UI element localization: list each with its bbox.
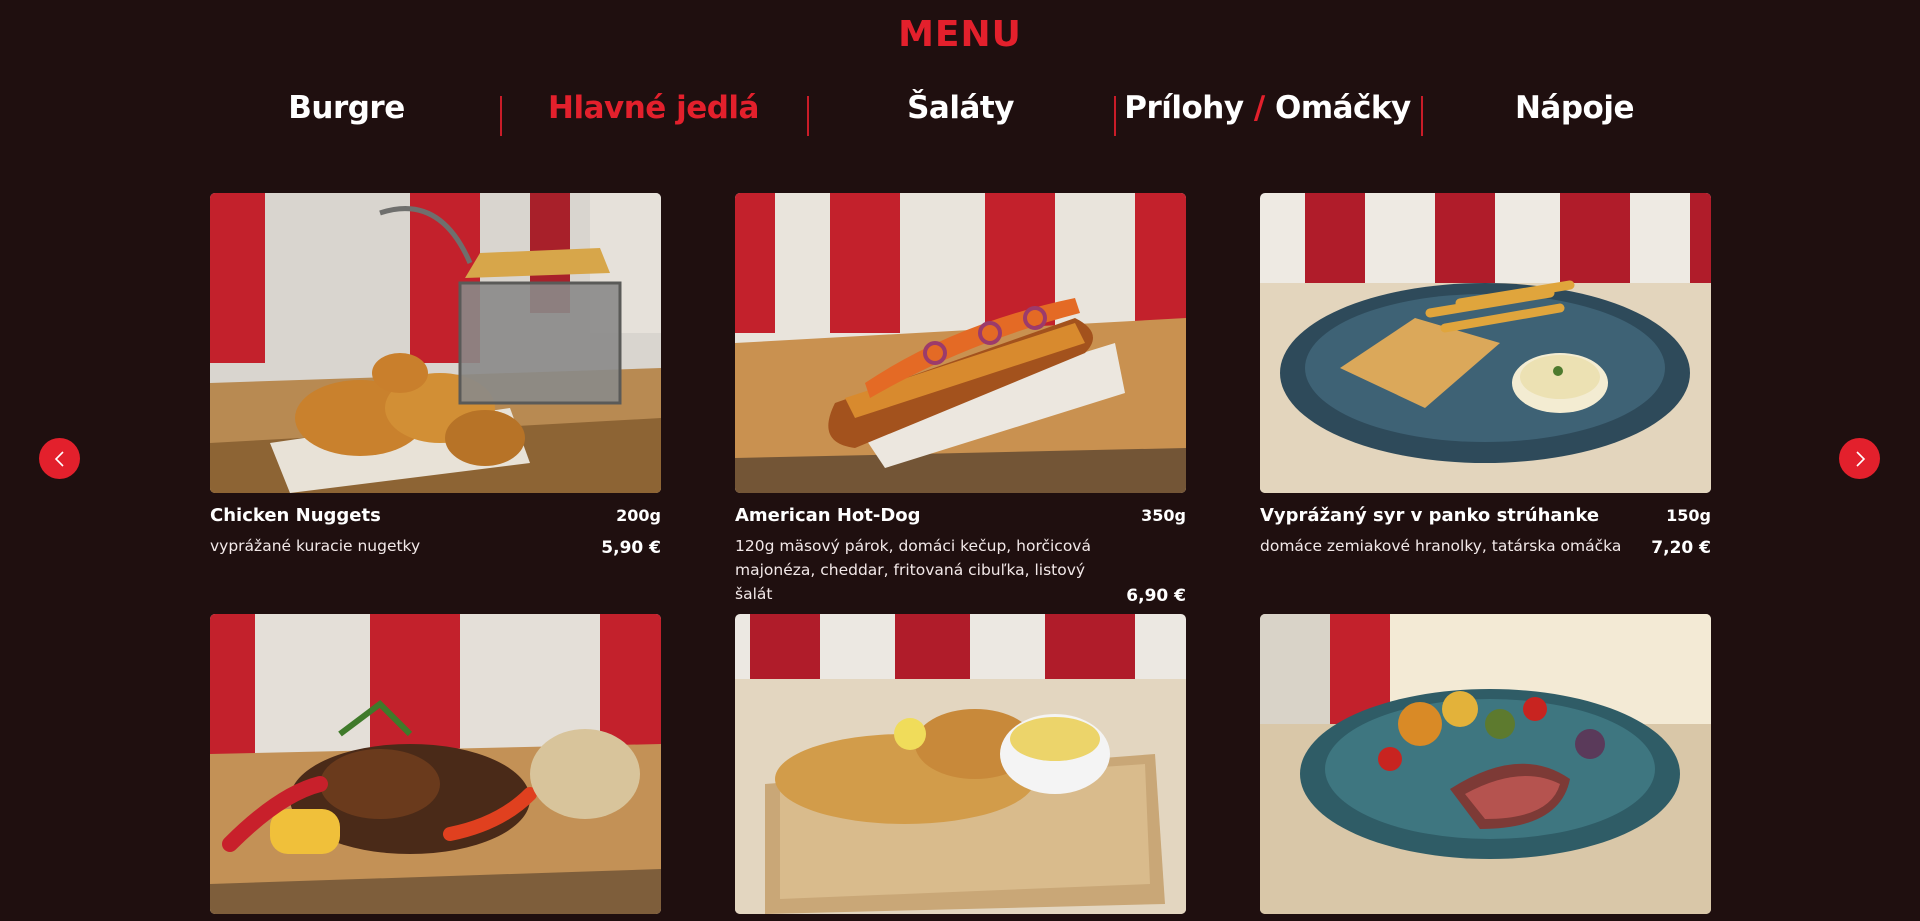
tab-hlavne-jedla[interactable]: Hlavné jedlá	[500, 90, 807, 136]
menu-item-weight: 200g	[616, 506, 661, 525]
menu-item-photo[interactable]	[1260, 614, 1711, 914]
menu-item-photo[interactable]	[735, 193, 1186, 493]
category-tabs: Burgre Hlavné jedlá Šaláty Prílohy / Omá…	[193, 82, 1728, 136]
menu-item-card	[1260, 614, 1711, 914]
menu-item-card	[210, 614, 661, 914]
menu-item-weight: 350g	[1141, 506, 1186, 525]
menu-item-weight: 150g	[1666, 506, 1711, 525]
menu-title: MENU	[898, 14, 1022, 55]
tab-salaty[interactable]: Šaláty	[807, 90, 1114, 136]
menu-item-description: 120g mäsový párok, domáci kečup, horčico…	[735, 537, 1091, 603]
menu-item-photo[interactable]	[735, 614, 1186, 914]
menu-item-card	[735, 614, 1186, 914]
chevron-left-icon	[54, 450, 64, 467]
menu-item-description: vyprážané kuracie nugetky	[210, 537, 421, 555]
menu-item-name: American Hot-Dog	[735, 505, 921, 526]
tab-prilohy-omacky[interactable]: Prílohy / Omáčky	[1114, 90, 1421, 136]
menu-item-name: Vyprážaný syr v panko strúhanke	[1260, 505, 1600, 526]
menu-item-price: 6,90 €	[1126, 586, 1186, 606]
menu-item-name: Chicken Nuggets	[210, 505, 381, 526]
menu-item-photo[interactable]	[1260, 193, 1711, 493]
carousel-next-button[interactable]	[1839, 438, 1880, 479]
menu-item-photo[interactable]	[210, 614, 661, 914]
menu-item-card: Vyprážaný syr v panko strúhanke 150g dom…	[1260, 193, 1711, 558]
menu-item-price: 7,20 €	[1651, 538, 1711, 558]
menu-page: MENU Burgre Hlavné jedlá Šaláty Prílohy …	[0, 0, 1920, 921]
tab-omacky-label: Omáčky	[1274, 90, 1411, 126]
tab-burgre[interactable]: Burgre	[193, 90, 500, 126]
carousel-prev-button[interactable]	[39, 438, 80, 479]
menu-item-photo[interactable]	[210, 193, 661, 493]
menu-item-price: 5,90 €	[601, 538, 661, 558]
tab-prilohy-label: Prílohy	[1124, 90, 1244, 126]
tab-napoje[interactable]: Nápoje	[1421, 90, 1728, 136]
menu-item-description: domáce zemiakové hranolky, tatárska omáč…	[1260, 537, 1622, 555]
tab-separator: /	[1253, 90, 1265, 126]
chevron-right-icon	[1855, 450, 1865, 467]
menu-item-card: American Hot-Dog 350g 120g mäsový párok,…	[735, 193, 1186, 606]
menu-item-card: Chicken Nuggets 200g vyprážané kuracie n…	[210, 193, 661, 558]
